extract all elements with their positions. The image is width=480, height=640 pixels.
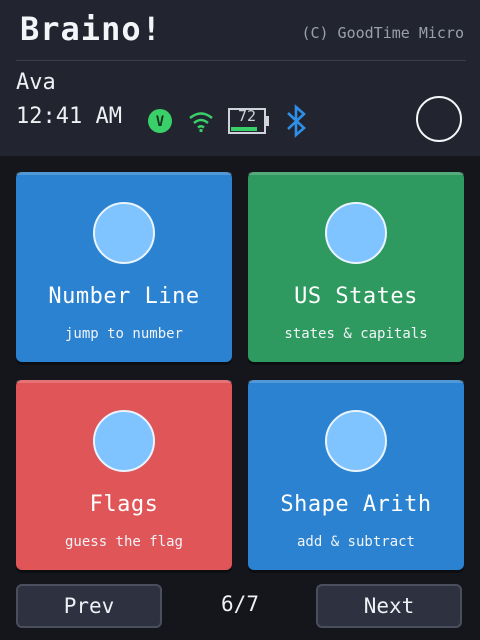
status-badge-icon: V <box>148 109 172 133</box>
app-title: Braino! <box>20 10 162 48</box>
wifi-icon <box>189 112 213 132</box>
tile-label: Flags <box>89 492 159 517</box>
tile-subtitle: states & capitals <box>284 326 428 342</box>
tile-subtitle: guess the flag <box>64 534 183 550</box>
header-divider <box>16 60 466 61</box>
battery-level: 72 <box>237 107 257 125</box>
tile-number-line[interactable]: Number Line jump to number <box>16 172 232 362</box>
next-button[interactable]: Next <box>316 584 462 628</box>
tile-flags[interactable]: Flags guess the flag <box>16 380 232 570</box>
tile-label: US States <box>294 284 418 309</box>
tile-icon-circle <box>93 202 155 264</box>
avatar[interactable] <box>416 96 462 142</box>
copyright-text: (C) GoodTime Micro <box>301 24 464 42</box>
user-name: Ava <box>16 70 56 95</box>
tile-us-states[interactable]: US States states & capitals <box>248 172 464 362</box>
tile-label: Shape Arith <box>280 492 432 517</box>
tile-subtitle: add & subtract <box>296 534 415 550</box>
tile-label: Number Line <box>48 284 200 309</box>
prev-button[interactable]: Prev <box>16 584 162 628</box>
tile-icon-circle <box>325 202 387 264</box>
tile-icon-circle <box>325 410 387 472</box>
tile-subtitle: jump to number <box>64 326 183 342</box>
bluetooth-icon <box>287 104 306 138</box>
status-badge-letter: V <box>156 114 165 130</box>
page-indicator: 6/7 <box>221 592 259 616</box>
tile-shape-arith[interactable]: Shape Arith add & subtract <box>248 380 464 570</box>
clock-time: 12:41 AM <box>16 104 122 129</box>
header-bar: Braino! (C) GoodTime Micro Ava 12:41 AM … <box>0 0 480 156</box>
tile-icon-circle <box>93 410 155 472</box>
